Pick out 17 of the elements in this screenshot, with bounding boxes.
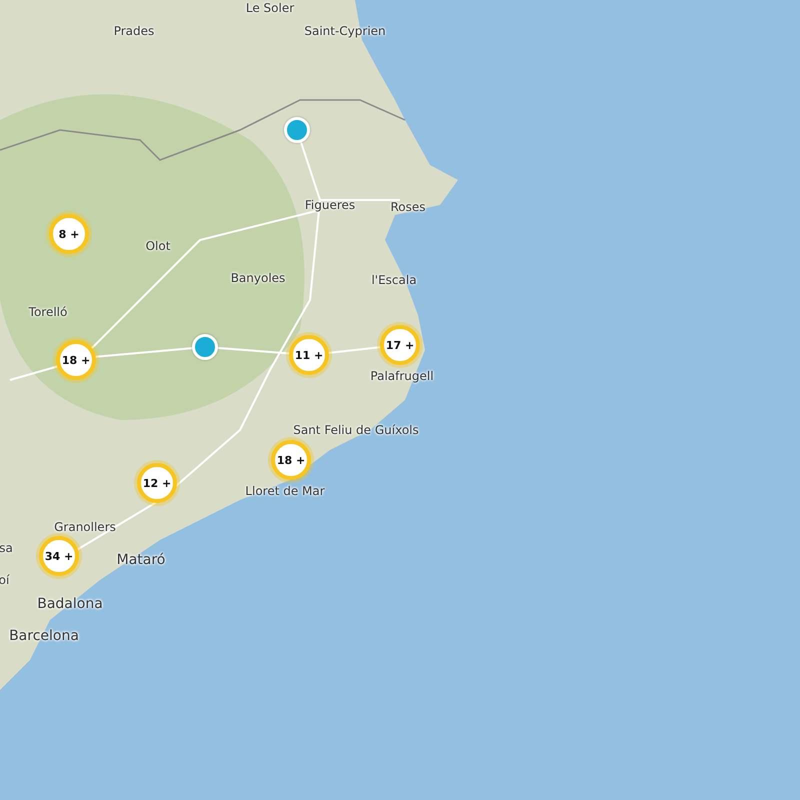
- place-label: l'Escala: [371, 273, 417, 287]
- place-label: Barcelona: [9, 628, 79, 644]
- place-label: Le Soler: [246, 1, 294, 15]
- place-label: Torelló: [28, 305, 68, 319]
- place-label: Granollers: [54, 520, 116, 534]
- place-label: Prades: [114, 24, 154, 38]
- place-label: Figueres: [304, 198, 356, 212]
- place-label: Olot: [146, 239, 170, 253]
- place-label: Badalona: [37, 596, 103, 612]
- place-label: Palafrugell: [370, 369, 434, 383]
- place-label: Sant Feliu de Guíxols: [293, 423, 419, 437]
- place-label: Roses: [390, 200, 426, 214]
- place-label: Mataró: [116, 552, 166, 568]
- place-label: Banyoles: [230, 271, 286, 285]
- place-label: sa: [0, 541, 13, 555]
- place-label: Lloret de Mar: [245, 484, 325, 498]
- place-label: Saint-Cyprien: [304, 24, 386, 38]
